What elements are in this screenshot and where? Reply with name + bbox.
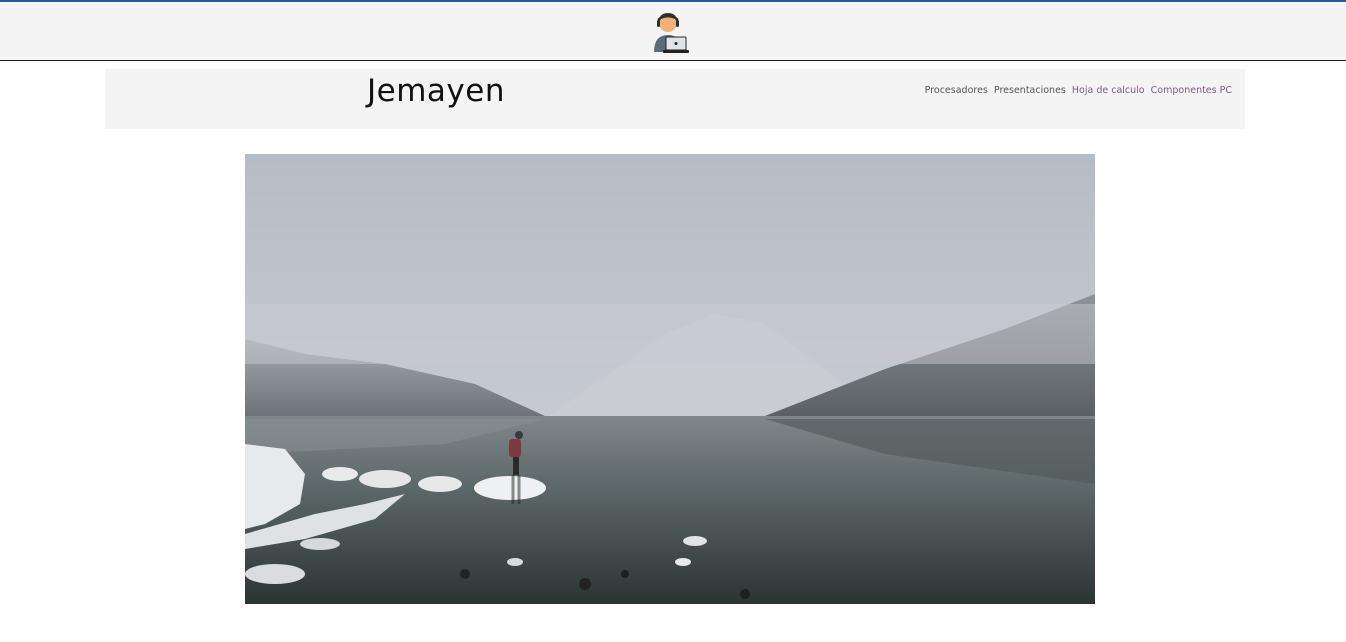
site-title: Jemayen: [367, 73, 505, 109]
nav-link-hoja-de-calculo[interactable]: Hoja de calculo: [1072, 85, 1145, 96]
main-nav: Procesadores Presentaciones Hoja de calc…: [922, 85, 1232, 96]
nav-link-procesadores[interactable]: Procesadores: [925, 85, 988, 96]
site-header: Jemayen Procesadores Presentaciones Hoja…: [105, 69, 1245, 129]
developer-with-laptop-icon[interactable]: [650, 10, 690, 54]
top-bar: [0, 2, 1346, 61]
foggy-lake-photo: [245, 154, 1095, 604]
nav-link-presentaciones[interactable]: Presentaciones: [994, 85, 1066, 96]
hero-image: [245, 154, 1095, 604]
nav-link-componentes-pc[interactable]: Componentes PC: [1151, 85, 1232, 96]
